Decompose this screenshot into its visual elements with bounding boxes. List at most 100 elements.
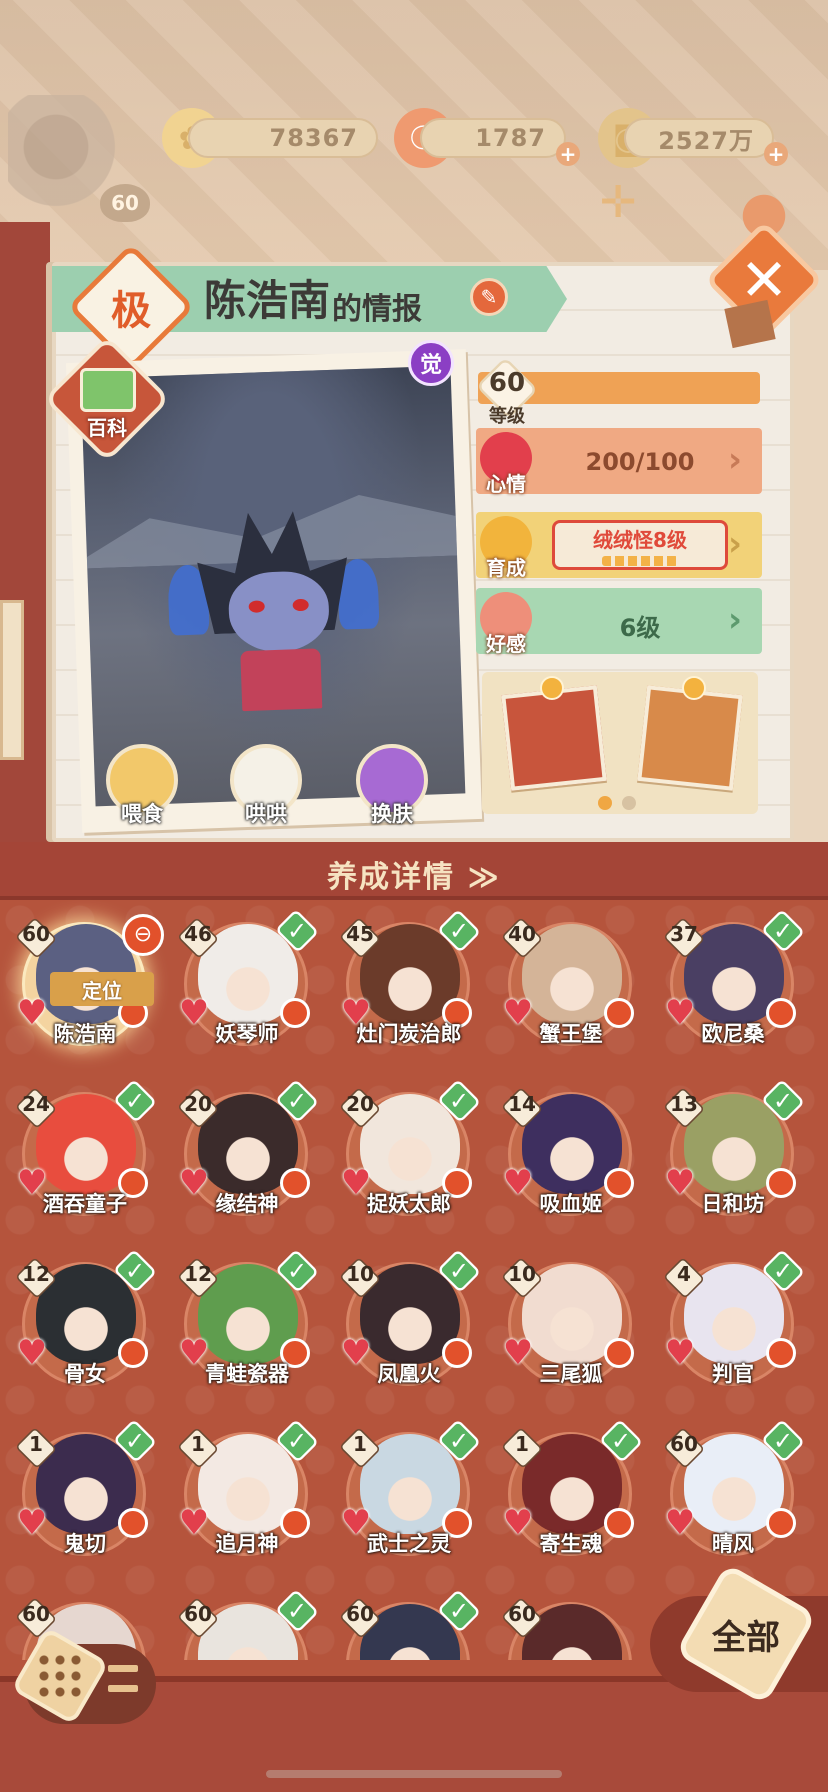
level-value: 14 (508, 1092, 536, 1116)
currency-gold: 78367 (188, 118, 378, 158)
title-suffix: 的情报 (332, 292, 423, 327)
level-value: 10 (346, 1262, 374, 1286)
character-name: 蟹王堡 (539, 1022, 603, 1046)
level-value: 4 (677, 1262, 691, 1286)
character-card[interactable]: 45 ✓ ♥ 灶门炭治郎 (334, 908, 484, 1060)
add-magatama-button[interactable]: + (556, 142, 580, 166)
check-icon: ✓ (124, 1427, 146, 1455)
skin-button[interactable]: 换肤 (350, 744, 434, 828)
level-value: 1 (29, 1432, 43, 1456)
check-icon: ✓ (772, 1427, 794, 1455)
carousel-dot[interactable] (622, 796, 636, 810)
level-value: 46 (184, 922, 212, 946)
rarity-badge-text: 极 (111, 287, 151, 334)
check-icon: ✓ (772, 1257, 794, 1285)
wiki-label[interactable]: 百科 (62, 412, 152, 441)
character-body (240, 648, 323, 712)
character-card[interactable]: 1 ✓ ♥ 追月神 (172, 1418, 322, 1570)
affection-label: 好感 (486, 632, 526, 656)
level-value: 20 (346, 1092, 374, 1116)
check-icon: ✓ (772, 1087, 794, 1115)
level-label: 等级 (489, 406, 525, 427)
character-card[interactable]: 14 ♥ 吸血姬 (496, 1080, 646, 1230)
character-name: 武士之灵 (367, 1532, 451, 1556)
character-card[interactable]: 10 ✓ ♥ 凤凰火 (334, 1248, 484, 1400)
awakened-badge: 觉 (408, 340, 454, 386)
chevron-right-icon[interactable]: › (728, 600, 742, 640)
character-card[interactable]: 60 (496, 1590, 646, 1660)
character-card[interactable]: 20 ✓ ♥ 缘结神 (172, 1078, 322, 1230)
character-card[interactable]: 20 ✓ ♥ 捉妖太郎 (334, 1078, 484, 1230)
nurture-progress-dots (602, 556, 678, 566)
check-icon: ✓ (124, 1257, 146, 1285)
level-value: 60 (346, 1602, 374, 1626)
skin-label: 换肤 (371, 802, 413, 826)
character-card[interactable]: 60 ✓ ♥ 晴风 (658, 1418, 808, 1570)
currency-magatama: 1787 (420, 118, 566, 158)
comfort-button[interactable]: 哄哄 (224, 744, 308, 828)
check-icon: ✓ (448, 1087, 470, 1115)
level-value: 10 (508, 1262, 536, 1286)
chevron-right-icon[interactable]: › (728, 440, 742, 480)
locate-button[interactable]: 定位 (50, 972, 154, 1006)
player-level-badge: 60 (100, 184, 150, 222)
grid-view-icon[interactable] (36, 1652, 84, 1700)
character-card[interactable]: 1 ✓ ♥ 寄生魂 (496, 1418, 646, 1570)
character-name: 妖琴师 (215, 1022, 279, 1046)
sparkle-icon: ✛ (599, 177, 637, 228)
character-card[interactable]: 13 ✓ ♥ 日和坊 (658, 1078, 808, 1230)
character-card[interactable]: 4 ✓ ♥ 判官 (658, 1248, 808, 1400)
locate-target-icon[interactable]: ⊖ (122, 914, 164, 956)
list-line (108, 1684, 138, 1692)
character-card[interactable]: 46 ✓ ♥ 妖琴师 (172, 908, 322, 1060)
character-name: 吸血姬 (539, 1192, 603, 1216)
character-card[interactable]: 12 ✓ ♥ 青蛙瓷器 (172, 1248, 322, 1400)
add-copper-button[interactable]: + (764, 142, 788, 166)
book-icon[interactable] (80, 368, 136, 412)
character-card[interactable]: 40 ♥ 蟹王堡 (496, 910, 646, 1060)
character-name: 三尾狐 (539, 1362, 603, 1386)
level-value: 12 (184, 1262, 212, 1286)
character-card[interactable]: 24 ✓ ♥ 酒吞童子 (10, 1078, 160, 1230)
character-card[interactable]: 37 ✓ ♥ 欧尼桑 (658, 908, 808, 1060)
carousel-dot-active[interactable] (598, 796, 612, 810)
filter-all-label[interactable]: 全部 (694, 1582, 798, 1686)
character-name: 酒吞童子 (43, 1192, 127, 1216)
panel-title[interactable]: 养成详情 ≫ (0, 852, 828, 896)
edit-name-button[interactable]: ✎ (470, 278, 508, 316)
check-icon: ✓ (286, 1087, 308, 1115)
nurture-value: 绒绒怪8级 (593, 528, 687, 552)
character-card[interactable]: 60 ✓ (172, 1590, 322, 1660)
character-card[interactable]: 10 ♥ 三尾狐 (496, 1250, 646, 1400)
character-card[interactable]: 1 ✓ ♥ 武士之灵 (334, 1418, 484, 1570)
check-icon: ✓ (448, 1427, 470, 1455)
hotpot-icon[interactable] (501, 685, 607, 791)
character-card[interactable]: 12 ✓ ♥ 骨女 (10, 1248, 160, 1400)
level-value: 24 (22, 1092, 50, 1116)
level-value: 20 (184, 1092, 212, 1116)
feed-button[interactable]: 喂食 (100, 744, 184, 828)
character-name: 鬼切 (64, 1532, 106, 1556)
level-value: 60 (488, 368, 526, 398)
chevron-right-icon[interactable]: › (728, 524, 742, 564)
list-view-icon[interactable] (98, 1658, 148, 1698)
locate-label: 定位 (82, 978, 122, 1003)
home-indicator (266, 1770, 562, 1778)
character-name: 陈浩南 (204, 276, 331, 325)
character-card[interactable]: 1 ✓ ♥ 鬼切 (10, 1418, 160, 1570)
character-name: 缘结神 (215, 1192, 279, 1216)
affection-value: 6级 (619, 614, 661, 642)
character-name: 青蛙瓷器 (205, 1362, 289, 1386)
character-name: 寄生魂 (539, 1532, 603, 1556)
level-value: 1 (515, 1432, 529, 1456)
character-card[interactable]: 60 ✓ (334, 1590, 484, 1660)
level-value: 12 (22, 1262, 50, 1286)
character-name: 追月神 (215, 1532, 279, 1556)
level-value: 1 (191, 1432, 205, 1456)
check-icon: ✓ (286, 1597, 308, 1625)
wheel-frame-icon[interactable] (637, 685, 743, 791)
nurture-label: 育成 (486, 556, 526, 580)
level-value: 60 (22, 1602, 50, 1626)
character-name: 欧尼桑 (701, 1022, 765, 1046)
check-icon: ✓ (448, 917, 470, 945)
